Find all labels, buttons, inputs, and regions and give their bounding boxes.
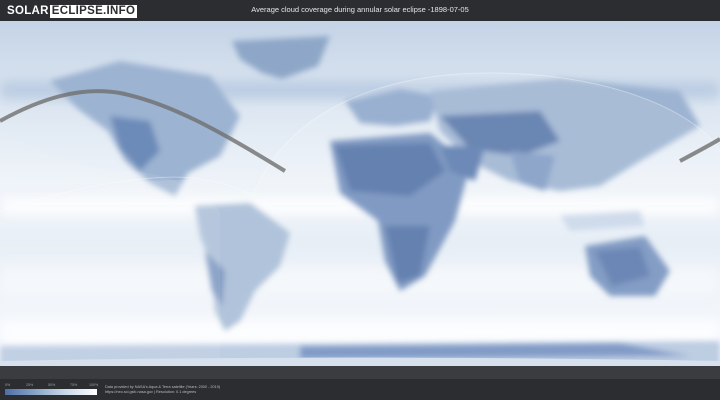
legend-tick-50: 50%: [48, 383, 56, 387]
legend-color-bar: [5, 389, 97, 395]
credits-line-2: https://neo.sci.gsfc.nasa.gov | Resoluti…: [105, 390, 197, 394]
legend-tick-25: 25%: [26, 383, 34, 387]
map-title: Average cloud coverage during annular so…: [251, 5, 469, 14]
legend-tick-75: 75%: [70, 383, 78, 387]
cloud-coverage-map: [0, 21, 720, 379]
legend-tick-100: 100%: [89, 383, 99, 387]
data-credits: Data provided by NASA's Aqua & Terra sat…: [105, 385, 220, 395]
legend-tick-0: 0%: [5, 383, 11, 387]
